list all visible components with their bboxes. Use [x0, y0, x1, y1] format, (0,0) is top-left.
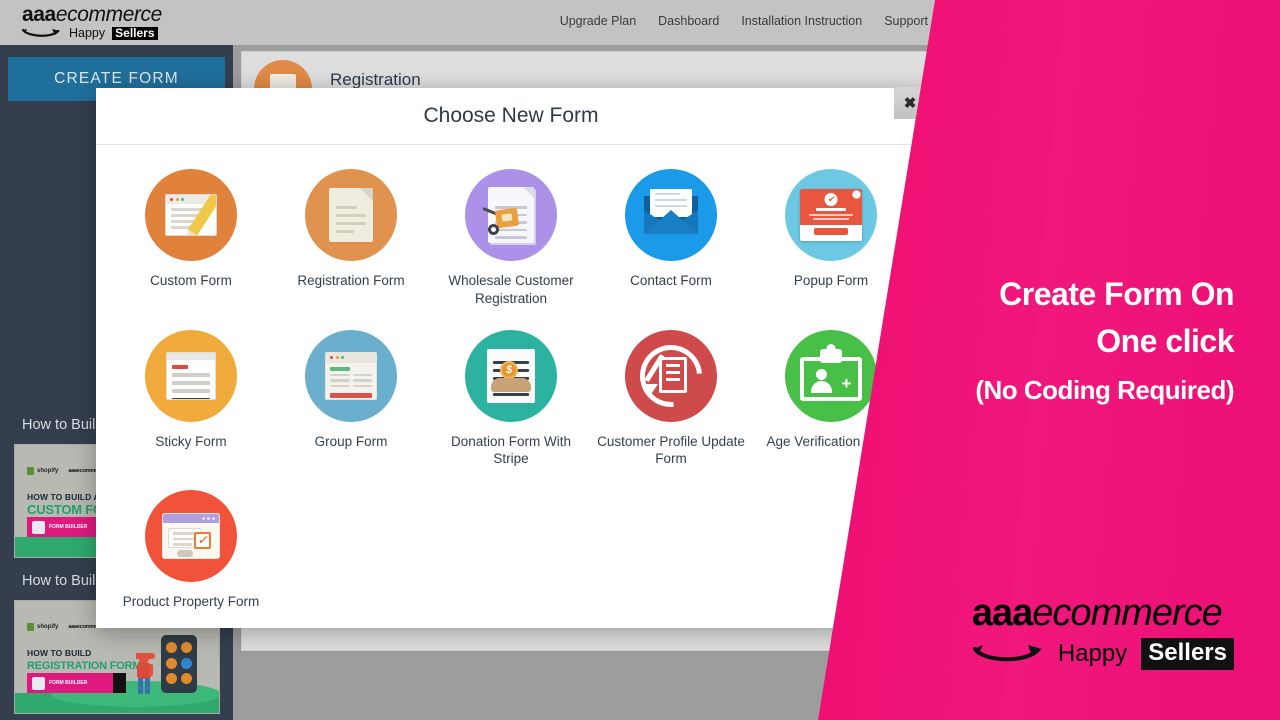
- envelope-glyph: [644, 189, 698, 234]
- age-verification-icon: +: [785, 329, 877, 422]
- thumb-badge-black: [113, 673, 126, 693]
- promo-headline: Create Form On One click (No Coding Requ…: [975, 275, 1234, 407]
- wholesale-customer-registration-icon: [465, 169, 557, 261]
- form-option-registration-form[interactable]: Registration Form: [271, 169, 431, 308]
- thumb-badge-label: FORM BUILDER: [49, 524, 88, 530]
- contact-form-icon: [625, 169, 717, 261]
- shopify-logo-icon: shopify: [27, 467, 58, 475]
- document-handtruck-glyph: [482, 187, 534, 243]
- popup-dialog-glyph: ✔: [800, 189, 862, 241]
- form-option-label: Customer Profile Update Form: [597, 433, 745, 467]
- thumb-logos: shopify aaaecommerce: [27, 623, 106, 631]
- phone-illustration-icon: [161, 635, 197, 693]
- document-glyph: [329, 188, 373, 242]
- hand-truck-glyph: [482, 206, 526, 235]
- shopify-label: shopify: [37, 624, 59, 630]
- smile-arrow-icon: [22, 28, 60, 37]
- promo-line-1: Create Form On: [999, 276, 1234, 312]
- form-option-sticky-form[interactable]: Sticky Form: [111, 329, 271, 469]
- form-option-label: Donation Form With Stripe: [450, 433, 572, 467]
- group-form-icon: [305, 329, 397, 422]
- promo-logo-happy: Happy: [1057, 640, 1128, 667]
- form-option-label: Custom Form: [150, 273, 232, 288]
- form-option-label: Wholesale Customer Registration: [448, 273, 574, 306]
- brand-wordmark: aaaecommerce: [22, 4, 162, 25]
- thumb-badge: FORM BUILDER: [27, 673, 126, 693]
- promo-line-2: One click: [1096, 323, 1234, 360]
- promo-logo-aaa: aaa: [971, 592, 1033, 634]
- thumb-badge-pink: FORM BUILDER: [27, 673, 113, 693]
- form-option-customer-profile-update-form[interactable]: Customer Profile Update Form: [591, 329, 751, 469]
- nav-support[interactable]: Support: [884, 14, 928, 28]
- modal-header: Choose New Form ✖: [96, 87, 926, 145]
- sticky-window-glyph: [166, 351, 216, 400]
- app-root: aaaecommerce Happy Sellers Upgrade Plan …: [0, 0, 1280, 720]
- thumb-headline-1: HOW TO BUILD: [27, 648, 92, 658]
- person-illustration-icon: [136, 653, 155, 694]
- top-navigation[interactable]: Upgrade Plan Dashboard Installation Inst…: [560, 14, 928, 28]
- promo-wordmark: aaaecommerce: [972, 594, 1234, 632]
- brand-logo: aaaecommerce Happy Sellers: [22, 4, 162, 40]
- refresh-document-glyph: [627, 331, 715, 420]
- form-option-label: Sticky Form: [155, 433, 227, 449]
- form-option-donation-form-with-stripe[interactable]: $ Donation Form With Stripe: [431, 329, 591, 469]
- smile-arrow-icon: [972, 645, 1042, 662]
- form-row-title: Registration: [330, 70, 421, 89]
- sticky-form-icon: [145, 329, 237, 422]
- form-option-popup-form[interactable]: ✔ Popup Form: [751, 169, 911, 308]
- group-window-glyph: [325, 351, 377, 400]
- form-option-label: Registration Form: [297, 273, 405, 288]
- form-type-grid: Custom Form Registration Form Wholesale …: [116, 169, 906, 611]
- form-option-label: Popup Form: [793, 273, 869, 288]
- promo-logo-sellers: Sellers: [1141, 638, 1234, 670]
- promo-logo-ecommerce: ecommerce: [1032, 592, 1222, 634]
- brand-ecommerce: ecommerce: [55, 3, 163, 26]
- property-window-glyph: ✓: [162, 513, 220, 560]
- form-option-label: Product Property Form: [122, 594, 260, 610]
- promo-brand-logo: aaaecommerce Happy Sellers: [972, 594, 1234, 670]
- nav-upgrade-plan[interactable]: Upgrade Plan: [560, 14, 636, 28]
- thumb-headline-2: REGISTRATION FORM: [27, 660, 142, 672]
- form-option-label: Contact Form: [630, 273, 712, 288]
- customer-profile-update-icon: [625, 329, 717, 422]
- form-option-product-property-form[interactable]: ✓ Product Property Form: [111, 490, 271, 611]
- window-glyph: [165, 194, 217, 236]
- shopify-label: shopify: [37, 468, 59, 474]
- form-option-label: Group Form: [314, 433, 388, 449]
- nav-installation-instruction[interactable]: Installation Instruction: [741, 14, 862, 28]
- brand-aaa: aaa: [22, 3, 56, 26]
- thumb-headline-1: HOW TO BUILD A: [27, 492, 100, 502]
- donation-glyph: $: [487, 348, 535, 403]
- donation-form-icon: $: [465, 329, 557, 422]
- promo-tagline: Happy Sellers: [972, 638, 1234, 670]
- form-option-contact-form[interactable]: Contact Form: [591, 169, 751, 308]
- registration-form-icon: [305, 169, 397, 261]
- form-option-custom-form[interactable]: Custom Form: [111, 169, 271, 308]
- product-property-form-icon: ✓: [145, 490, 237, 583]
- promo-line-3: (No Coding Required): [975, 375, 1234, 406]
- nav-dashboard[interactable]: Dashboard: [658, 14, 719, 28]
- form-option-group-form[interactable]: Group Form: [271, 329, 431, 469]
- brand-tagline: Happy Sellers: [22, 27, 162, 40]
- custom-form-icon: [145, 169, 237, 261]
- modal-title: Choose New Form: [423, 104, 599, 127]
- brand-sellers: Sellers: [112, 27, 158, 40]
- thumb-headline-2: CUSTOM FO: [27, 502, 103, 517]
- thumb-logos: shopify aaaecommerce: [27, 467, 106, 475]
- shopify-logo-icon: shopify: [27, 623, 58, 631]
- modal-body: Custom Form Registration Form Wholesale …: [96, 145, 926, 621]
- popup-form-icon: ✔: [785, 169, 877, 261]
- brand-happy: Happy: [69, 26, 106, 41]
- choose-new-form-modal: Choose New Form ✖ Custom Form Registrati…: [96, 87, 926, 628]
- id-badge-glyph: +: [800, 348, 862, 401]
- form-option-wholesale-customer-registration[interactable]: Wholesale Customer Registration: [431, 169, 591, 308]
- thumb-badge-label: FORM BUILDER: [49, 680, 88, 686]
